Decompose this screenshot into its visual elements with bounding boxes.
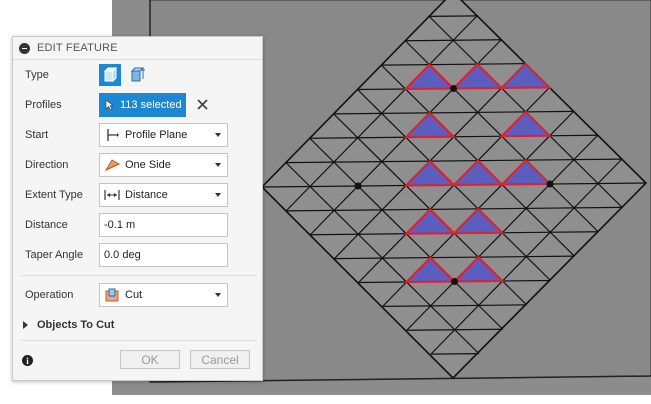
start-value: Profile Plane xyxy=(125,129,188,141)
objects-to-cut-label: Objects To Cut xyxy=(37,319,115,331)
start-row: Start Profile Plane xyxy=(13,122,262,148)
profiles-row: Profiles 113 selected xyxy=(13,92,262,118)
extent-type-row: Extent Type Distance xyxy=(13,182,262,208)
chevron-down-icon xyxy=(215,193,221,197)
info-icon[interactable]: i xyxy=(22,355,33,366)
direction-row: Direction One Side xyxy=(13,152,262,178)
operation-row: Operation Cut xyxy=(13,282,262,308)
objects-to-cut-row[interactable]: Objects To Cut xyxy=(13,312,262,338)
cancel-button[interactable]: Cancel xyxy=(190,350,250,369)
chevron-down-icon xyxy=(215,133,221,137)
operation-value: Cut xyxy=(125,289,143,301)
profile-plane-icon xyxy=(104,127,120,143)
direction-label: Direction xyxy=(25,159,69,171)
one-side-flag-icon xyxy=(104,157,120,173)
type-row: Type xyxy=(13,62,262,88)
profiles-label: Profiles xyxy=(25,99,62,111)
type-label: Type xyxy=(25,69,49,81)
minus-circle-icon[interactable] xyxy=(19,42,30,54)
distance-row: Distance xyxy=(13,212,262,238)
distance-input[interactable] xyxy=(99,213,228,237)
mesh-edge xyxy=(429,15,478,17)
vertex-point xyxy=(450,85,457,92)
chevron-down-icon xyxy=(215,293,221,297)
taper-angle-input[interactable] xyxy=(99,243,228,267)
close-icon[interactable] xyxy=(197,99,208,113)
edit-feature-panel: EDIT FEATURE Type Profiles 113 selected … xyxy=(12,36,263,381)
chevron-down-icon xyxy=(215,163,221,167)
ok-button[interactable]: OK xyxy=(120,350,180,369)
panel-header[interactable]: EDIT FEATURE xyxy=(13,37,262,60)
vertex-point xyxy=(546,180,554,188)
start-dropdown[interactable]: Profile Plane xyxy=(99,123,228,147)
profiles-selection-button[interactable]: 113 selected xyxy=(99,93,186,117)
distance-arrows-icon xyxy=(104,187,120,203)
triangle-right-icon[interactable] xyxy=(23,321,28,329)
extrude-icon[interactable] xyxy=(99,64,121,86)
footer-divider xyxy=(21,340,257,341)
panel-title: EDIT FEATURE xyxy=(37,42,118,54)
cut-icon xyxy=(104,287,120,303)
vertex-point xyxy=(354,182,362,190)
thin-extrude-icon[interactable] xyxy=(127,64,149,86)
distance-label: Distance xyxy=(25,219,68,231)
direction-value: One Side xyxy=(125,159,171,171)
extent-type-label: Extent Type xyxy=(25,189,83,201)
extent-type-dropdown[interactable]: Distance xyxy=(99,183,228,207)
direction-dropdown[interactable]: One Side xyxy=(99,153,228,177)
profiles-selection-count: 113 selected xyxy=(120,99,182,111)
operation-dropdown[interactable]: Cut xyxy=(99,283,228,307)
extent-type-value: Distance xyxy=(125,189,168,201)
mesh-edge xyxy=(430,353,479,355)
vertex-point xyxy=(451,278,458,285)
taper-angle-row: Taper Angle xyxy=(13,242,262,268)
start-label: Start xyxy=(25,129,49,141)
operation-label: Operation xyxy=(25,289,74,301)
taper-angle-label: Taper Angle xyxy=(25,249,84,261)
cursor-icon xyxy=(105,99,114,111)
divider xyxy=(21,275,257,276)
